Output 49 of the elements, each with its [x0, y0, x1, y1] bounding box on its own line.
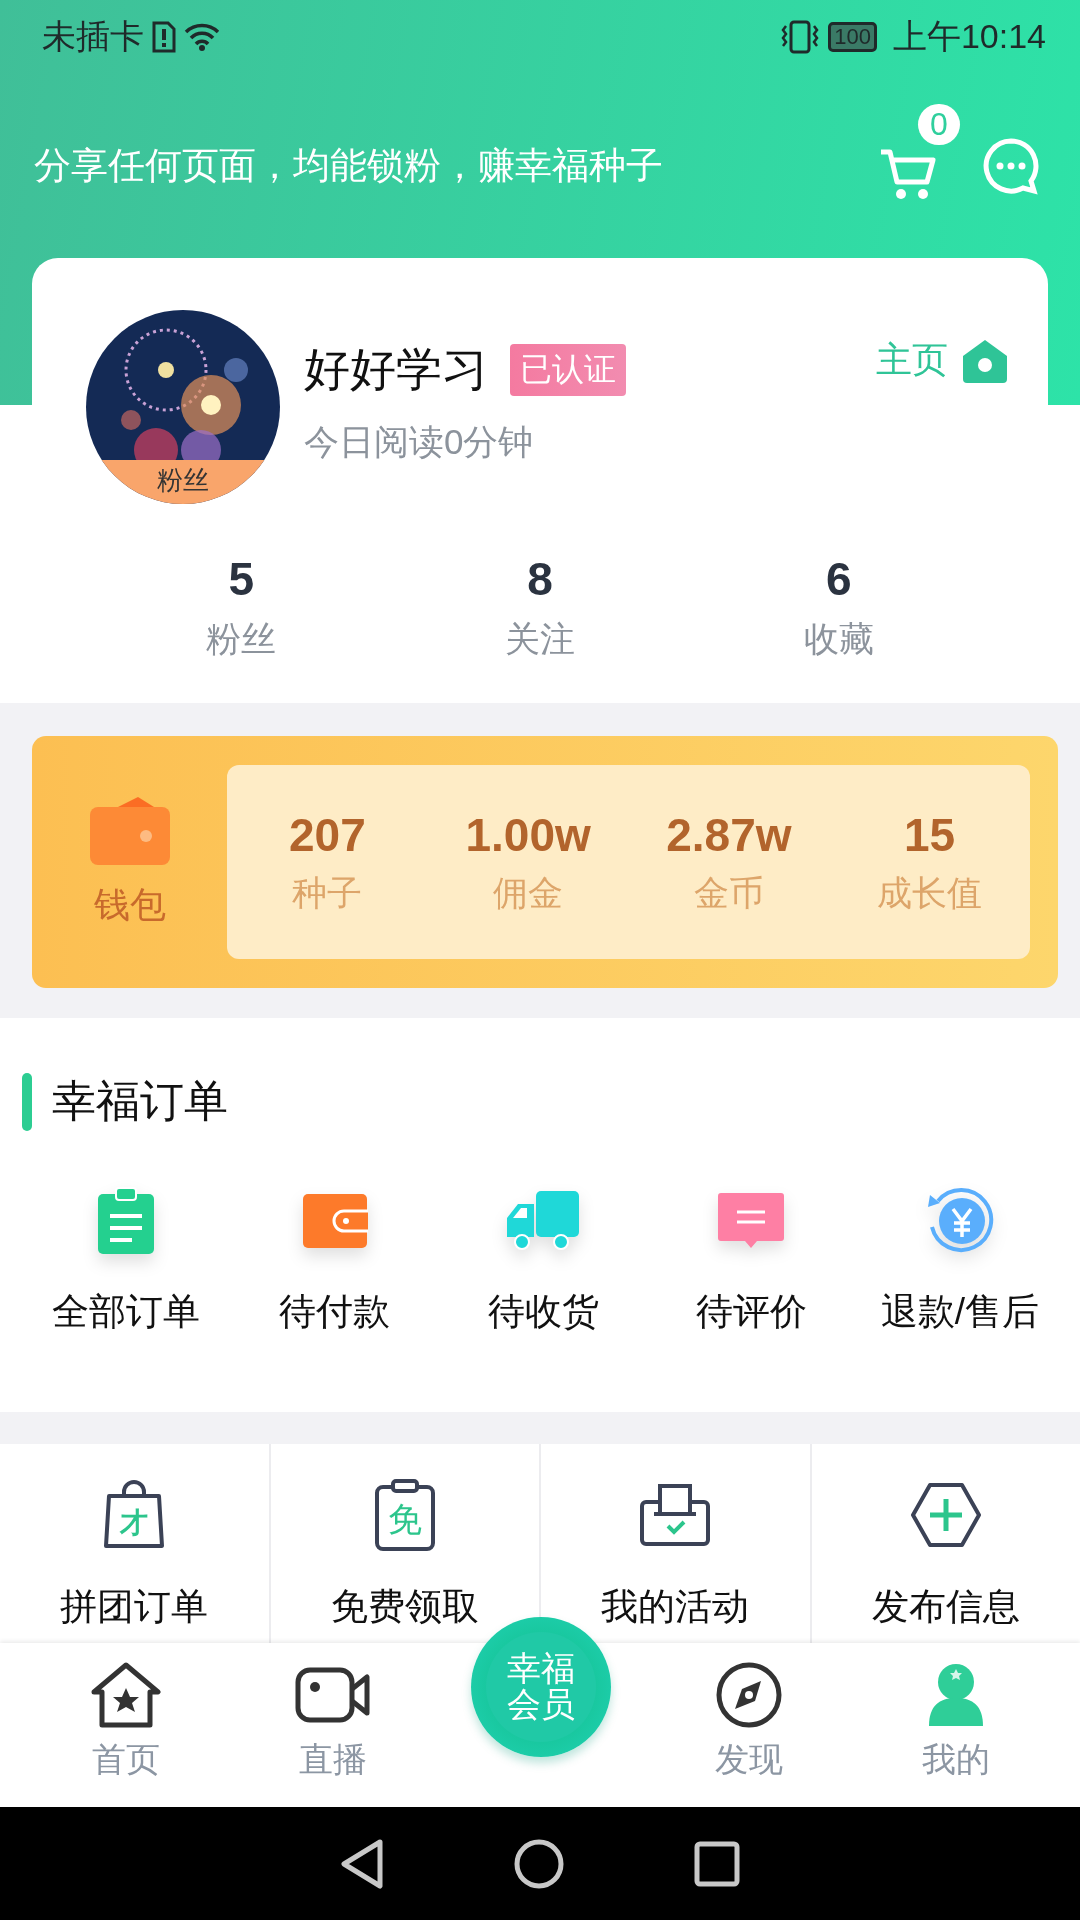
- feature-button[interactable]: 才 拼团订单: [0, 1444, 269, 1643]
- home-icon: [90, 1662, 161, 1728]
- back-icon[interactable]: [340, 1838, 384, 1889]
- stat-value: 5: [228, 552, 255, 606]
- order-status-button[interactable]: 待付款: [230, 1183, 439, 1337]
- feature-button[interactable]: 免 免费领取: [270, 1444, 539, 1643]
- slogan-text: 分享任何页面，均能锁粉，赚幸福种子: [34, 144, 664, 188]
- feature-button[interactable]: 我的活动: [541, 1444, 810, 1643]
- feature-button[interactable]: 发布信息: [811, 1444, 1080, 1643]
- wallet-stat-label: 成长值: [877, 871, 983, 914]
- stat-value: 8: [527, 552, 553, 606]
- wallet-stat-value: 15: [904, 807, 956, 862]
- vibrate-icon: [780, 20, 821, 54]
- wallet-icon: [301, 1193, 368, 1249]
- stat-label: 关注: [505, 618, 575, 660]
- wallet-stat-label: 佣金: [493, 871, 564, 914]
- wifi-icon: [184, 22, 220, 52]
- verified-badge: 已认证: [510, 343, 626, 396]
- recent-apps-icon[interactable]: [694, 1840, 740, 1887]
- wallet-stat-label: 金币: [693, 871, 764, 914]
- wallet-stat-value: 1.00w: [465, 807, 591, 862]
- comment-icon: [717, 1192, 786, 1250]
- clock-text: 上午10:14: [892, 16, 1046, 57]
- order-status-button[interactable]: 待收货: [438, 1183, 648, 1337]
- sim-card-icon: [152, 21, 176, 53]
- wallet-icon: [87, 794, 172, 867]
- clipboard-icon: [96, 1186, 157, 1256]
- battery-icon: 100: [828, 22, 877, 52]
- carrier-text: 未插卡: [42, 16, 144, 57]
- user-name: 好好学习: [304, 341, 488, 397]
- stat-label: 粉丝: [206, 618, 277, 660]
- home-button-icon[interactable]: [514, 1838, 564, 1889]
- compass-icon: [714, 1661, 783, 1729]
- refund-icon: [925, 1187, 994, 1255]
- wallet-stat-label: 种子: [292, 871, 363, 914]
- order-status-button[interactable]: 退款/售后: [855, 1183, 1065, 1337]
- reading-time-text: 今日阅读0分钟: [304, 420, 535, 463]
- add-icon: [909, 1482, 982, 1548]
- order-status-button[interactable]: 待评价: [647, 1183, 856, 1337]
- section-title: 幸福订单: [52, 1075, 228, 1127]
- stat-value: 6: [825, 552, 852, 606]
- printer-icon: [640, 1484, 711, 1546]
- wallet-stat-value: 2.87w: [666, 807, 792, 862]
- home-icon: [962, 338, 1008, 383]
- stat-label: 收藏: [803, 618, 874, 660]
- video-camera-icon: [295, 1667, 372, 1723]
- wallet-stat-value: 207: [289, 807, 366, 862]
- section-marker: [22, 1072, 32, 1131]
- order-status-button[interactable]: 全部订单: [22, 1183, 231, 1337]
